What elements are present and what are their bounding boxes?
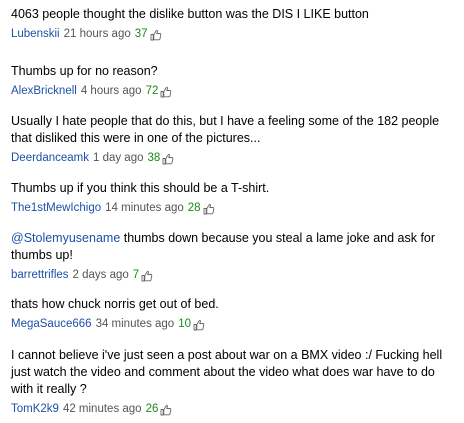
comment-text: Thumbs up if you think this should be a … — [11, 181, 270, 195]
comment-author-link[interactable]: Deerdanceamk — [11, 151, 89, 166]
comment-mention-link[interactable]: @Stolemyusename — [11, 231, 120, 245]
comment-meta: barrettrifles 2 days ago 7 — [11, 268, 456, 283]
comment-meta: AlexBricknell 4 hours ago 72 — [11, 84, 456, 99]
thumbs-up-icon[interactable] — [160, 86, 172, 98]
thumbs-up-icon[interactable] — [162, 153, 174, 165]
comment-author-link[interactable]: barrettrifles — [11, 268, 69, 283]
comment-text: I cannot believe i've just seen a post a… — [11, 348, 443, 396]
comment-score: 26 — [145, 403, 159, 415]
comment-meta: Deerdanceamk 1 day ago 38 — [11, 151, 456, 166]
comment-timestamp: 34 minutes ago — [95, 318, 175, 330]
comment-list: 4063 people thought the dislike button w… — [0, 0, 464, 423]
comment-meta: Lubenskii 21 hours ago 37 — [11, 27, 456, 42]
comment-score: 37 — [134, 28, 148, 40]
comment-text: 4063 people thought the dislike button w… — [11, 7, 369, 21]
thumbs-up-icon[interactable] — [150, 29, 162, 41]
comment-text: Usually I hate people that do this, but … — [11, 114, 440, 145]
comment-timestamp: 1 day ago — [92, 152, 144, 164]
comment-author-link[interactable]: The1stMewIchigo — [11, 201, 101, 216]
comment-item: thats how chuck norris get out of bed. M… — [11, 296, 456, 332]
comment-item: Thumbs up for no reason? AlexBricknell 4… — [11, 63, 456, 99]
comment-item: I cannot believe i've just seen a post a… — [11, 347, 456, 417]
comment-item: @Stolemyusename thumbs down because you … — [11, 230, 456, 283]
comment-text: thats how chuck norris get out of bed. — [11, 297, 219, 311]
comment-timestamp: 14 minutes ago — [105, 202, 184, 214]
comment-item: 4063 people thought the dislike button w… — [11, 6, 456, 42]
comment-text: Thumbs up for no reason? — [11, 64, 158, 78]
comment-timestamp: 21 hours ago — [63, 28, 131, 40]
comment-meta: TomK2k9 42 minutes ago 26 — [11, 402, 456, 417]
comment-item: Usually I hate people that do this, but … — [11, 113, 456, 166]
thumbs-up-icon[interactable] — [141, 270, 153, 282]
comment-author-link[interactable]: TomK2k9 — [11, 402, 59, 417]
comment-author-link[interactable]: Lubenskii — [11, 27, 60, 42]
thumbs-up-icon[interactable] — [160, 404, 172, 416]
thumbs-up-icon[interactable] — [193, 319, 205, 331]
comment-score: 28 — [187, 202, 201, 214]
thumbs-up-icon[interactable] — [203, 203, 215, 215]
comment-score: 38 — [147, 152, 161, 164]
comment-text: @Stolemyusename thumbs down because you … — [11, 230, 456, 264]
comment-score: 72 — [145, 85, 159, 97]
comment-author-link[interactable]: MegaSauce666 — [11, 317, 92, 332]
comment-score: 7 — [132, 269, 140, 281]
comment-item: Thumbs up if you think this should be a … — [11, 180, 456, 216]
comment-author-link[interactable]: AlexBricknell — [11, 84, 77, 99]
comment-timestamp: 42 minutes ago — [62, 403, 142, 415]
comment-meta: MegaSauce666 34 minutes ago 10 — [11, 317, 456, 332]
comment-score: 10 — [178, 318, 191, 330]
comment-meta: The1stMewIchigo 14 minutes ago 28 — [11, 201, 456, 216]
comment-timestamp: 4 hours ago — [80, 85, 142, 97]
comment-timestamp: 2 days ago — [72, 269, 129, 281]
